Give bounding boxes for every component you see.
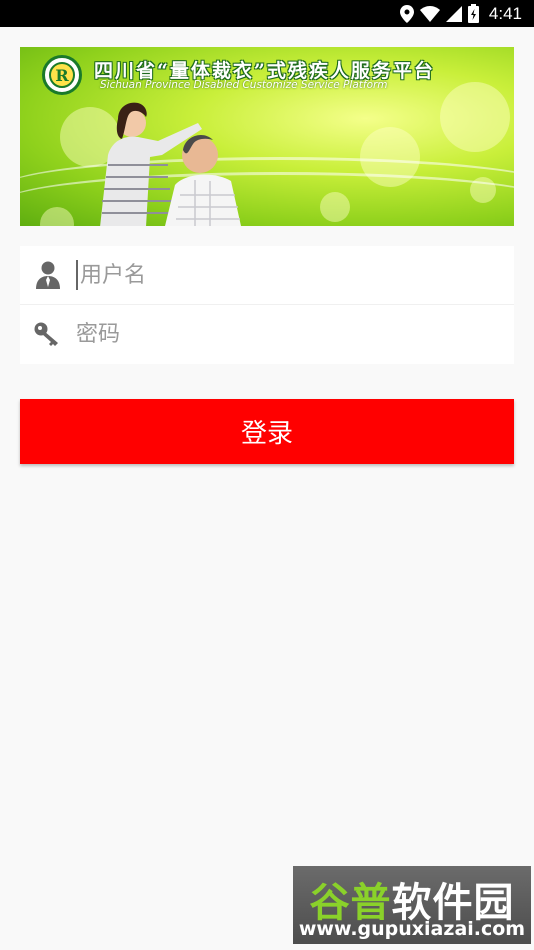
key-icon	[20, 322, 76, 346]
password-field-row	[20, 305, 514, 363]
battery-charging-icon	[467, 4, 479, 23]
username-input[interactable]	[80, 255, 480, 295]
login-form	[20, 246, 514, 364]
header-banner: R 四川省“量体裁衣”式残疾人服务平台 Sichuan Province Dis…	[20, 47, 514, 226]
password-input[interactable]	[76, 314, 476, 354]
status-time: 4:41	[488, 3, 522, 23]
location-icon	[399, 4, 414, 23]
people-illustration	[100, 102, 241, 226]
watermark: 谷普软件园 www.gupuxiazai.com	[293, 866, 531, 944]
logo-letter: R	[55, 66, 69, 85]
banner-subtitle: Sichuan Province Disabled Customize Serv…	[100, 79, 388, 91]
login-button[interactable]: 登录	[20, 399, 514, 464]
text-caret	[76, 260, 78, 290]
username-field-row	[20, 246, 514, 304]
user-icon	[20, 261, 76, 289]
watermark-url: www.gupuxiazai.com	[298, 918, 526, 940]
wifi-icon	[419, 5, 440, 22]
logo: R	[42, 55, 82, 95]
signal-icon	[445, 5, 462, 22]
status-bar: 4:41	[0, 0, 534, 27]
